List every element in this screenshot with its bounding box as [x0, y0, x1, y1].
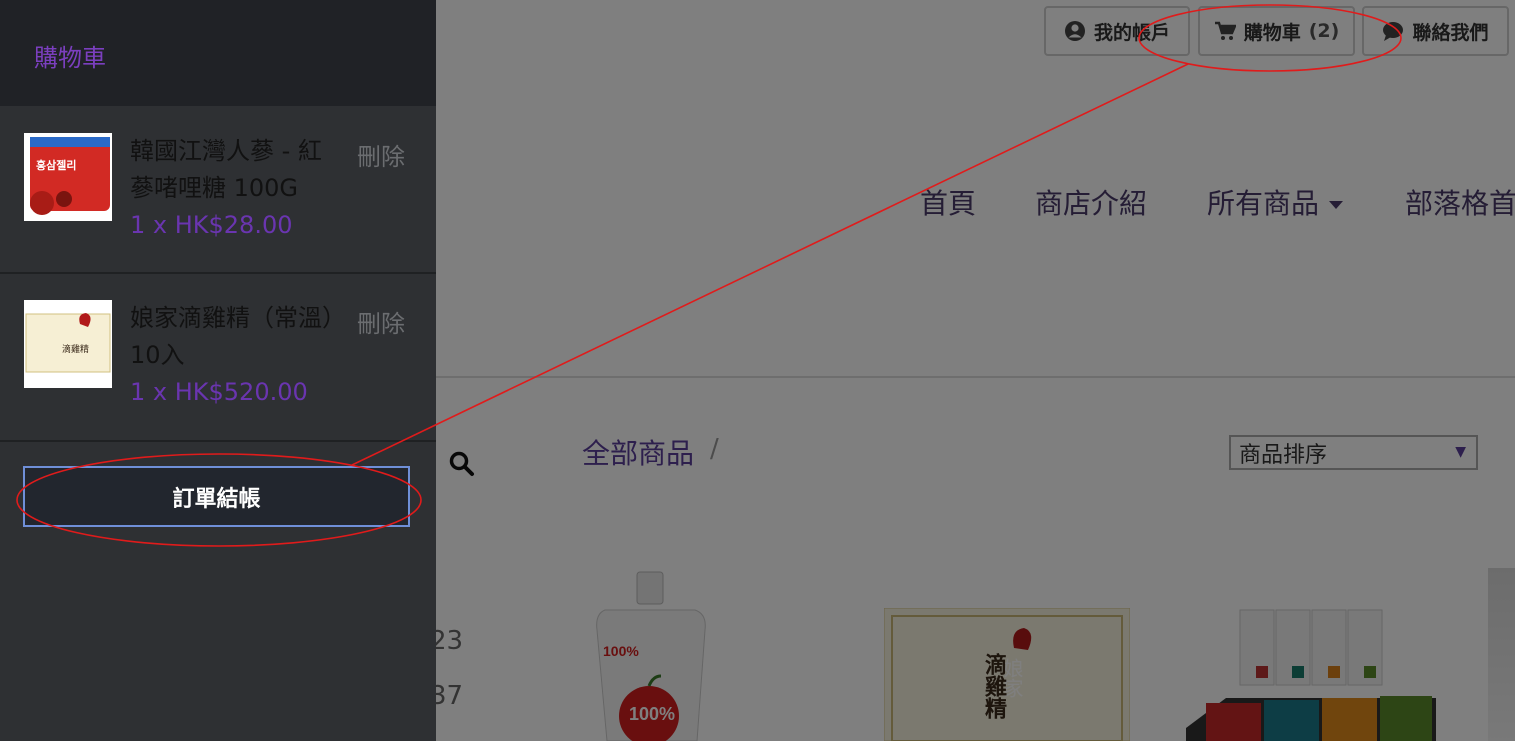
cart-item-price: 1 x HK$28.00: [130, 211, 293, 239]
cart-item-delete-button[interactable]: 刪除: [357, 137, 405, 172]
cart-item-name[interactable]: 娘家滴雞精（常溫）10入: [130, 300, 345, 374]
cart-item-name[interactable]: 韓國江灣人蔘 - 紅蔘啫哩糖 100G: [130, 133, 345, 207]
cart-title: 購物車: [34, 44, 106, 72]
page: 我的帳戶 購物車 (2) 聯絡我們 首頁 商店介紹 所有商品 部落格首頁 全部商…: [0, 0, 1515, 741]
checkout-button[interactable]: 訂單結帳: [23, 466, 410, 527]
cart-item-delete-button[interactable]: 刪除: [357, 304, 405, 339]
cart-panel: 購物車 홍삼젤리 韓國江灣人蔘 - 紅蔘啫哩糖 100G 1 x HK$28.0…: [0, 0, 436, 741]
cart-header: 購物車: [0, 0, 436, 106]
cart-item-thumbnail[interactable]: 홍삼젤리: [24, 133, 112, 221]
cart-item-thumb-text: 滴雞精: [62, 343, 89, 355]
cart-item: 홍삼젤리 韓國江灣人蔘 - 紅蔘啫哩糖 100G 1 x HK$28.00 刪除: [0, 106, 436, 274]
cart-item: 滴雞精 娘家滴雞精（常溫）10入 1 x HK$520.00 刪除: [0, 274, 436, 442]
cart-item-thumb-text: 홍삼젤리: [36, 158, 76, 172]
cart-item-thumbnail[interactable]: 滴雞精: [24, 300, 112, 388]
page-overlay[interactable]: [436, 0, 1515, 741]
cart-item-price: 1 x HK$520.00: [130, 378, 308, 406]
